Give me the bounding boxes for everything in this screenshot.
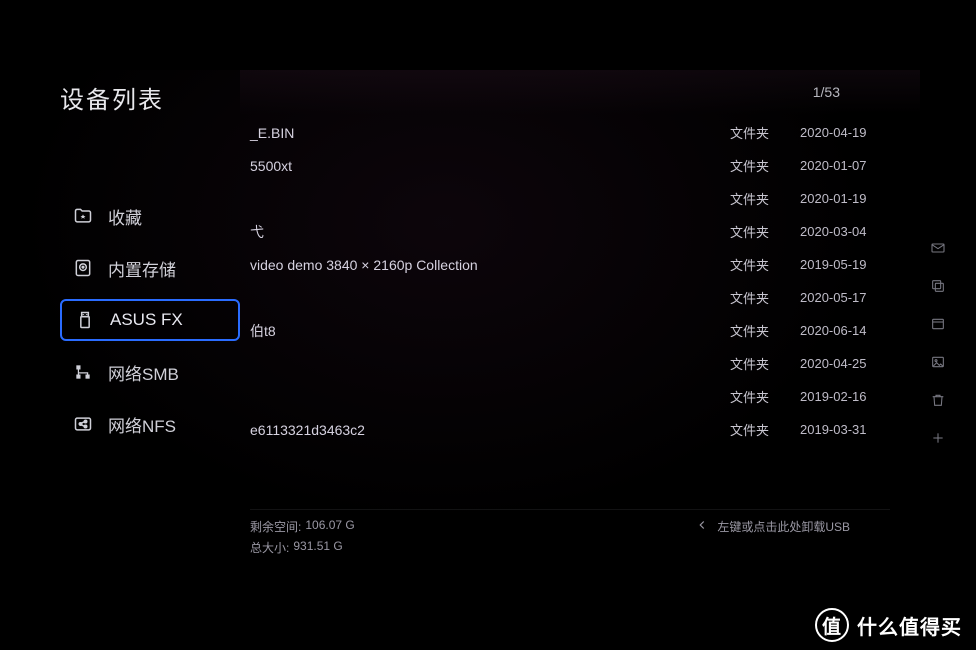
file-row[interactable]: video demo 3840 × 2160p Collection文件夹201…	[240, 248, 920, 281]
file-type: 文件夹	[730, 222, 800, 241]
file-type: 文件夹	[730, 156, 800, 175]
trash-icon[interactable]	[930, 392, 948, 410]
network-icon	[72, 361, 94, 383]
sidebar-item-4[interactable]: 网络NFS	[60, 403, 240, 445]
watermark-text: 什么值得买	[857, 611, 962, 640]
file-row[interactable]: _E.BIN文件夹2020-04-19	[240, 116, 920, 149]
sidebar: 设备列表 收藏内置存储 ASUS FX 网络SMB 网络NFS	[30, 70, 240, 580]
sidebar-item-label: 网络SMB	[108, 360, 179, 385]
copy-icon[interactable]	[930, 278, 948, 296]
free-space-value: 106.07 G	[305, 518, 354, 535]
window-icon[interactable]	[930, 316, 948, 334]
file-row[interactable]: 文件夹2019-02-16	[240, 380, 920, 413]
file-date: 2020-01-19	[800, 191, 920, 206]
watermark: 值 什么值得买	[815, 608, 962, 642]
file-date: 2020-03-04	[800, 224, 920, 239]
storage-info: 剩余空间: 106.07 G 总大小: 931.51 G	[250, 518, 355, 556]
main-panel: 1/53 _E.BIN文件夹2020-04-195500xt文件夹2020-01…	[240, 70, 920, 580]
sidebar-item-label: 收藏	[108, 204, 142, 229]
total-size-value: 931.51 G	[293, 539, 342, 556]
file-row[interactable]: 伯t8文件夹2020-06-14	[240, 314, 920, 347]
file-row[interactable]: 5500xt文件夹2020-01-07	[240, 149, 920, 182]
file-type: 文件夹	[730, 321, 800, 340]
file-date: 2020-04-25	[800, 356, 920, 371]
topbar: 1/53	[240, 70, 920, 114]
pager: 1/53	[813, 84, 840, 100]
sidebar-item-2[interactable]: ASUS FX	[60, 299, 240, 341]
file-name: _E.BIN	[250, 125, 730, 141]
file-row[interactable]: e6113321d3463c2文件夹2019-03-31	[240, 413, 920, 446]
file-date: 2020-04-19	[800, 125, 920, 140]
file-date: 2019-05-19	[800, 257, 920, 272]
file-name: 伯t8	[250, 321, 730, 341]
eject-hint: 左键或点击此处卸载USB	[717, 518, 850, 535]
file-row[interactable]: 文件夹2020-05-17	[240, 281, 920, 314]
plus-icon[interactable]	[930, 430, 948, 448]
watermark-badge: 值	[815, 608, 849, 642]
share-icon	[72, 413, 94, 435]
footer: 剩余空间: 106.07 G 总大小: 931.51 G 左键或点击此处卸载US…	[250, 509, 890, 556]
file-date: 2019-03-31	[800, 422, 920, 437]
total-size-label: 总大小:	[250, 539, 289, 556]
sidebar-item-0[interactable]: 收藏	[60, 195, 240, 237]
file-date: 2020-05-17	[800, 290, 920, 305]
sidebar-item-label: 内置存储	[108, 256, 176, 281]
file-row[interactable]: 文件夹2020-04-25	[240, 347, 920, 380]
file-type: 文件夹	[730, 189, 800, 208]
sidebar-item-label: ASUS FX	[110, 310, 183, 330]
sidebar-item-1[interactable]: 内置存储	[60, 247, 240, 289]
usb-icon	[74, 309, 96, 331]
arrow-left-icon	[695, 518, 709, 535]
file-row[interactable]: 弋文件夹2020-03-04	[240, 215, 920, 248]
free-space-label: 剩余空间:	[250, 518, 301, 535]
file-type: 文件夹	[730, 288, 800, 307]
mail-icon[interactable]	[930, 240, 948, 258]
file-name: 弋	[250, 222, 730, 242]
sidebar-items: 收藏内置存储 ASUS FX 网络SMB 网络NFS	[30, 145, 240, 445]
right-toolbar	[930, 240, 948, 448]
file-name: e6113321d3463c2	[250, 422, 730, 438]
file-type: 文件夹	[730, 387, 800, 406]
file-date: 2019-02-16	[800, 389, 920, 404]
file-date: 2020-01-07	[800, 158, 920, 173]
file-name: 5500xt	[250, 158, 730, 174]
sidebar-item-3[interactable]: 网络SMB	[60, 351, 240, 393]
file-name: video demo 3840 × 2160p Collection	[250, 257, 730, 273]
file-date: 2020-06-14	[800, 323, 920, 338]
disk-icon	[72, 257, 94, 279]
file-row[interactable]: 文件夹2020-01-19	[240, 182, 920, 215]
file-type: 文件夹	[730, 420, 800, 439]
image-icon[interactable]	[930, 354, 948, 372]
folder-star-icon	[72, 205, 94, 227]
file-list: _E.BIN文件夹2020-04-195500xt文件夹2020-01-07文件…	[240, 114, 920, 446]
file-type: 文件夹	[730, 354, 800, 373]
file-type: 文件夹	[730, 123, 800, 142]
file-type: 文件夹	[730, 255, 800, 274]
sidebar-item-label: 网络NFS	[108, 412, 176, 437]
eject-usb-button[interactable]: 左键或点击此处卸载USB	[695, 518, 890, 535]
sidebar-title: 设备列表	[30, 70, 240, 145]
screen: 设备列表 收藏内置存储 ASUS FX 网络SMB 网络NFS 1/53 _E.BIN…	[30, 70, 950, 580]
